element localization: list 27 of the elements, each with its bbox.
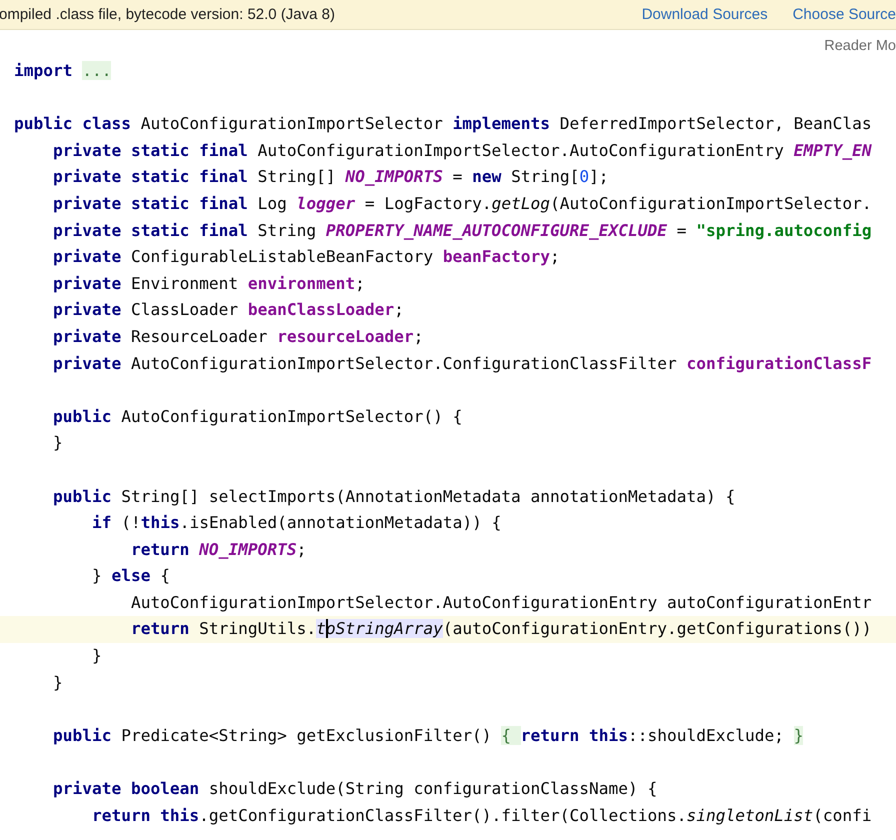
code-line: } xyxy=(90,645,103,668)
reader-mode-link[interactable]: Reader Mo xyxy=(824,38,896,54)
banner-link[interactable]: Download Sources xyxy=(642,6,768,23)
code-line: private boolean shouldExclude(String configurationClassName) { xyxy=(52,778,658,800)
code-line: return NO_IMPORTS; xyxy=(130,538,308,561)
code-line: private ClassLoader beanClassLoader; xyxy=(52,299,405,322)
code-line: private static final String PROPERTY_NAME_AUTOCONFIGURE_EXCLUDE = "spring.autoconfig xyxy=(52,220,873,242)
code-line: public String[] selectImports(AnnotationMetadata annotationMetadata) { xyxy=(52,486,736,508)
code-line: } xyxy=(52,672,64,694)
code-line: private static final AutoConfigurationImportSelector.AutoConfigurationEntry EMPTY_EN xyxy=(52,140,873,162)
code-line: private static final String[] NO_IMPORTS = new String[0]; xyxy=(52,166,610,188)
code-line: private Environment environment; xyxy=(52,272,366,295)
code-line: } else { xyxy=(90,565,171,588)
code-line: private ConfigurableListableBeanFactory beanFactory; xyxy=(52,246,561,268)
code-line: private AutoConfigurationImportSelector.ConfigurationClassFilter configurationClassF xyxy=(52,352,873,375)
code-line: return this.getConfigurationClassFilter().filter(Collections.singletonList(confi xyxy=(90,804,873,827)
code-line: public AutoConfigurationImportSelector() { xyxy=(52,406,464,428)
banner-link[interactable]: Choose Source xyxy=(792,6,896,23)
code-line: AutoConfigurationImportSelector.AutoConfigurationEntry autoConfigurationEntr xyxy=(130,592,873,614)
code-line: public class AutoConfigurationImportSelector implements DeferredImportSelector, BeanClas xyxy=(13,113,873,136)
code-line: import ... xyxy=(13,60,112,82)
code-line: if (!this.isEnabled(annotationMetadata)) { xyxy=(90,512,502,534)
banner-message: ompiled .class file, bytecode version: 52.0 (Java 8) xyxy=(0,6,335,23)
code-line: public Predicate<String> getExclusionFilter() { return this::shouldExclude; } xyxy=(52,724,804,747)
code-line: } xyxy=(52,432,64,454)
code-line: private ResourceLoader resourceLoader; xyxy=(52,326,424,348)
code-line: private static final Log logger = LogFactory.getLog(AutoConfigurationImportSelector. xyxy=(52,192,873,215)
